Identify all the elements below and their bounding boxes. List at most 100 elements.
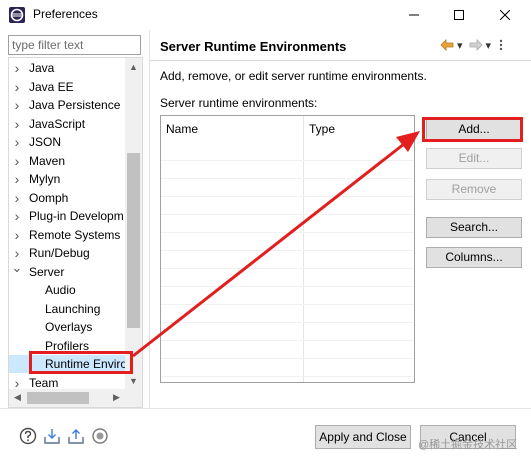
- tree-item-run-debug[interactable]: › Run/Debug: [9, 244, 125, 262]
- tree-item-server[interactable]: ⌄ Server: [9, 260, 125, 281]
- tree-item-label: Mylyn: [29, 172, 61, 186]
- tree-item-oomph[interactable]: › Oomph: [9, 189, 125, 207]
- close-icon: [500, 10, 510, 20]
- tree-item-label: Java: [29, 61, 55, 75]
- oomph-record-icon[interactable]: [91, 427, 109, 445]
- tree-item-java[interactable]: › Java: [9, 59, 125, 77]
- add-button[interactable]: Add...: [426, 119, 522, 140]
- tree-item-runtime-enviro[interactable]: Runtime Enviro: [9, 355, 128, 373]
- tree-item-label: Launching: [45, 301, 101, 316]
- tree-item-remote-systems[interactable]: › Remote Systems: [9, 226, 125, 244]
- page-description: Add, remove, or edit server runtime envi…: [160, 69, 427, 83]
- tree-item-java-ee[interactable]: › Java EE: [9, 78, 125, 96]
- table-grid-line: [161, 340, 414, 341]
- tree-item-label: Java Persistence: [29, 98, 121, 112]
- back-button[interactable]: ▾: [440, 39, 463, 52]
- table-grid-line: [161, 196, 414, 197]
- chevron-right-icon[interactable]: ›: [12, 115, 22, 133]
- menu-dropdown-icon[interactable]: [497, 39, 505, 51]
- table-grid-line: [161, 358, 414, 359]
- tree-item-label: JavaScript: [29, 116, 86, 131]
- title-bar: Preferences: [0, 0, 531, 30]
- table-grid-line: [161, 178, 414, 179]
- back-arrow-icon: [440, 39, 454, 51]
- page-navigation: ▾ ▾: [440, 36, 524, 54]
- tree-item-label: Java EE: [29, 79, 74, 94]
- forward-arrow-icon: [469, 39, 483, 51]
- header-separator: [150, 60, 531, 61]
- close-button[interactable]: [482, 0, 528, 30]
- chevron-down-icon[interactable]: ▾: [486, 39, 492, 52]
- tree-item-java-persistence[interactable]: › Java Persistence: [9, 96, 125, 114]
- eclipse-app-icon: [9, 7, 25, 23]
- table-grid-line: [161, 304, 414, 305]
- tree-item-maven[interactable]: › Maven: [9, 152, 125, 170]
- tree-item-label: Server: [29, 264, 65, 279]
- export-icon[interactable]: [67, 427, 85, 445]
- table-grid-line: [161, 232, 414, 233]
- tree-vertical-scrollbar[interactable]: ▲ ▼: [125, 58, 142, 389]
- table-grid-line: [161, 322, 414, 323]
- page-title: Server Runtime Environments: [160, 39, 347, 54]
- tree-item-label: Remote Systems: [29, 227, 121, 242]
- tree-item-launching[interactable]: Launching: [9, 300, 125, 318]
- preference-tree[interactable]: › Java › Java EE › Java Persistence › JavaScrip…: [8, 57, 143, 408]
- help-icon[interactable]: [19, 427, 37, 445]
- table-grid-line: [161, 214, 414, 215]
- chevron-right-icon[interactable]: ›: [12, 207, 22, 225]
- chevron-right-icon[interactable]: ›: [12, 78, 22, 96]
- scroll-right-icon[interactable]: ▶: [108, 389, 125, 406]
- tree-item-label: Overlays: [45, 320, 93, 334]
- apply-and-close-button[interactable]: Apply and Close: [315, 425, 411, 449]
- column-header-name[interactable]: Name: [161, 116, 303, 142]
- column-header-type[interactable]: Type: [304, 116, 414, 142]
- tree-item-label: Run/Debug: [29, 246, 90, 260]
- tree-item-overlays[interactable]: Overlays: [9, 318, 125, 336]
- scroll-down-icon[interactable]: ▼: [125, 372, 142, 389]
- tree-horizontal-scrollbar[interactable]: ◀ ▶: [9, 389, 142, 407]
- chevron-down-icon[interactable]: ▾: [457, 39, 463, 52]
- tree-item-mylyn[interactable]: › Mylyn: [9, 170, 125, 188]
- chevron-right-icon[interactable]: ›: [12, 133, 22, 151]
- chevron-down-icon[interactable]: ⌄: [12, 259, 23, 277]
- table-grid-line: [161, 286, 414, 287]
- tree-item-label: Runtime Enviro: [45, 357, 128, 371]
- table-grid-line: [161, 268, 414, 269]
- tree-item-label: JSON: [29, 135, 62, 149]
- scroll-up-icon[interactable]: ▲: [125, 58, 142, 75]
- tree-item-label: Maven: [29, 153, 66, 168]
- tree-item-json[interactable]: › JSON: [9, 133, 125, 151]
- pane-divider[interactable]: [149, 30, 150, 408]
- chevron-right-icon[interactable]: ›: [12, 96, 22, 114]
- chevron-right-icon[interactable]: ›: [12, 189, 22, 207]
- columns-button[interactable]: Columns...: [426, 247, 522, 268]
- chevron-right-icon[interactable]: ›: [12, 59, 22, 77]
- table-grid-line: [161, 160, 414, 161]
- edit-button: Edit...: [426, 148, 522, 169]
- footer-separator: [0, 408, 531, 409]
- window-title: Preferences: [33, 7, 98, 21]
- tree-hscroll-thumb[interactable]: [27, 392, 89, 404]
- chevron-right-icon[interactable]: ›: [12, 170, 22, 188]
- tree-scroll-thumb[interactable]: [127, 153, 140, 328]
- tree-item-label: Plug-in Developm: [29, 209, 124, 223]
- maximize-button[interactable]: [436, 0, 482, 30]
- filter-input[interactable]: [8, 35, 141, 55]
- search-button[interactable]: Search...: [426, 217, 522, 238]
- runtime-table[interactable]: Name Type: [160, 115, 415, 383]
- forward-button[interactable]: ▾: [469, 39, 492, 52]
- runtime-list-label: Server runtime environments:: [160, 96, 318, 110]
- chevron-right-icon[interactable]: ›: [12, 152, 22, 170]
- tree-item-label: Oomph: [29, 190, 69, 205]
- chevron-right-icon[interactable]: ›: [12, 226, 22, 244]
- import-icon[interactable]: [43, 427, 61, 445]
- tree-item-profilers[interactable]: Profilers: [9, 337, 125, 355]
- scroll-left-icon[interactable]: ◀: [9, 389, 26, 406]
- table-grid-line: [161, 376, 414, 377]
- tree-item-javascript[interactable]: › JavaScript: [9, 115, 125, 133]
- tree-item-audio[interactable]: Audio: [9, 281, 125, 299]
- tree-item-plug-in-developm[interactable]: › Plug-in Developm: [9, 207, 125, 225]
- remove-button: Remove: [426, 179, 522, 200]
- minimize-icon: [409, 14, 419, 16]
- minimize-button[interactable]: [391, 0, 437, 30]
